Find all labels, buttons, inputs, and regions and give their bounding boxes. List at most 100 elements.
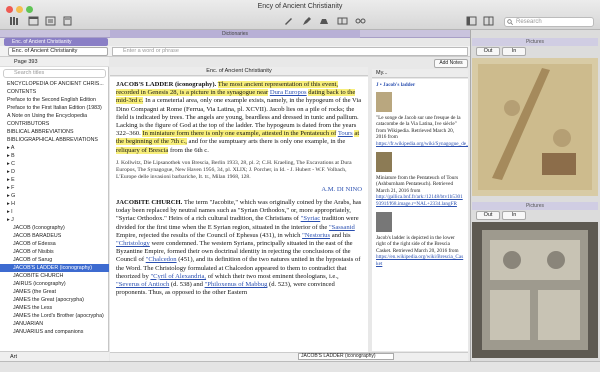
toc-list: ENCYCLOPEDIA OF ANCIENT CHRIS... CONTENTS… [0,80,109,336]
fresco-image[interactable] [472,58,598,196]
in-button-top[interactable]: In [502,47,526,56]
link-christology[interactable]: "Christology [116,240,150,247]
window-title: Ency of Ancient Christianity [257,3,343,10]
article-text: and for the sumptuary arts there is only… [188,138,346,146]
library-icon[interactable] [8,16,20,26]
toc-item[interactable]: JACOB (Iconography) [0,224,109,232]
highlighter-icon[interactable] [300,16,312,26]
library-tab[interactable]: Enc. of Ancient Christianity [4,38,108,46]
add-notes-button[interactable]: Add Notes [434,59,468,68]
toc-item[interactable]: ▸ G [0,192,109,200]
out-button-top[interactable]: Out [476,47,500,56]
highlight-3[interactable]: In miniature form there is only one exam… [142,130,337,138]
article-term: JACOBITE CHURCH. [116,199,183,207]
url-2[interactable]: http://gallica.bnf.fr/ark:/12148/btv1b53… [376,194,464,207]
casket-thumbnail[interactable] [376,211,392,232]
toc-item[interactable]: ▸ I [0,208,109,216]
search-icon [507,19,513,25]
caption-2: Miniature from the Pentateuch of Tours (… [376,174,459,194]
fresco-thumbnail[interactable] [376,91,392,112]
out-button-bottom[interactable]: Out [476,211,500,220]
book-select[interactable]: Enc. of Ancient Christianity [8,47,108,56]
toc-item[interactable]: ▸ J [0,216,109,224]
toc-footer: Art [0,351,109,361]
link-dura-europos[interactable]: Dura Europos [270,89,307,96]
link-cyril[interactable]: "Cyril of Alexandria, [150,273,206,280]
toc-item[interactable]: BIBLIOGRAPHICAL ABBREVIATIONS [0,136,109,144]
toc-item[interactable]: CONTRIBUTORS [0,120,109,128]
toc-item[interactable]: Preface to the Second English Edition [0,96,109,104]
toc-item[interactable]: JAMES (the Great [0,288,109,296]
toc-item[interactable]: JAIRUS (iconography) [0,280,109,288]
status-bar [0,361,600,372]
caption-1: "Le songe de Jacob sur une fresque de la… [376,114,461,141]
toc-item[interactable]: ▸ H [0,200,109,208]
reading-plan-icon[interactable] [44,16,56,26]
tab-dictionaries[interactable]: Dictionaries [110,30,360,38]
article-author[interactable]: A.M. DI NINO [116,186,362,194]
layout-icon[interactable] [336,16,348,26]
main-heading: Enc. of Ancient Christianity [110,67,368,76]
citation: J. Kollwitz, Die Lipsanothek von Brescia… [116,159,352,180]
link-nestorius[interactable]: "Nestorius [302,232,330,239]
casket-image[interactable] [472,222,598,358]
link-syriac[interactable]: "Syriac [301,215,321,222]
toc-filter-input[interactable]: Search titles [3,69,106,78]
in-button-bottom[interactable]: In [502,211,526,220]
article-text: (d. 538) and [170,281,203,289]
article-text: of which their two most eminent theologi… [207,272,339,280]
my-title: J • Jacob's ladder [376,82,416,88]
toc-item[interactable]: ▸ E [0,176,109,184]
word-input[interactable]: Enter a word or phrase [112,47,468,56]
article-body[interactable]: JACOB'S LADDER (iconography). The most a… [110,77,368,352]
my-panel-heading[interactable]: My... [372,69,468,78]
toc-item[interactable]: JACOB BARADEUS [0,232,109,240]
toc-item[interactable]: ▸ D [0,168,109,176]
toc-item[interactable]: JANUARIAN [0,320,109,328]
toc-item[interactable]: ▸ A [0,144,109,152]
miniature-thumbnail[interactable] [376,151,392,172]
sidebar-icon[interactable] [465,16,477,26]
toc-item[interactable]: ▸ B [0,152,109,160]
link-severus[interactable]: "Severus of Antioch [116,281,169,288]
article-text: Empire, rejected the results of the Coun… [116,231,301,239]
page-label: Page 393 [0,57,109,67]
main-footer [110,352,468,361]
notes-icon[interactable] [61,16,73,26]
toc-item[interactable]: JACOB of Nisibis [0,248,109,256]
link-chalcedon[interactable]: "Chalcedon [146,256,177,263]
toc-item[interactable]: JACOB'S LADDER (iconography) [0,264,109,272]
highlight-5[interactable]: reliquary of Brescia [116,146,169,154]
link-icon[interactable] [354,16,366,26]
toc-item[interactable]: Preface to the First Italian Edition (19… [0,104,109,112]
toc-item[interactable]: BIBLICAL ABBREVIATIONS [0,128,109,136]
eraser-icon[interactable] [318,16,330,26]
url-1[interactable]: https://fr.wikipedia.org/wiki/Synagogue_… [376,141,468,148]
toc-item[interactable]: CONTENTS [0,88,109,96]
footer-reference[interactable]: JACOB'S LADDER (iconography) [298,353,394,360]
toc-item[interactable]: JAMES the Less [0,304,109,312]
toc-item[interactable]: JAMES the Great (apocrypha) [0,296,109,304]
toc-item[interactable]: JACOB of Sarug [0,256,109,264]
link-sassanid[interactable]: "Sassanid [329,224,355,231]
my-panel: J • Jacob's ladder "Le songe de Jacob su… [372,79,468,351]
toc-item[interactable]: ▸ F [0,184,109,192]
pen-icon[interactable] [282,16,294,26]
toc-item[interactable]: JACOBITE CHURCH [0,272,109,280]
toc-item[interactable]: ▸ C [0,160,109,168]
toc-item[interactable]: ENCYCLOPEDIA OF ANCIENT CHRIS... [0,80,109,88]
url-3[interactable]: https://en.wikipedia.org/wiki/Brescia_Ca… [376,254,464,267]
caption-3: Jacob's ladder is depicted in the lower … [376,234,459,254]
link-tours[interactable]: Tours [338,130,353,137]
pictures-header-top: Pictures [472,38,598,46]
calendar-icon[interactable] [27,16,39,26]
toc-item[interactable]: JACOB of Edessa [0,240,109,248]
pictures-header-bottom: Pictures [472,202,598,210]
search-field[interactable]: Research [504,17,594,27]
toc-item[interactable]: JANUARIUS and companions [0,328,109,336]
toc-item[interactable]: A Note on Using the Encyclopedia [0,112,109,120]
toc-item[interactable]: JAMES the Lord's Brother (apocrypha) [0,312,109,320]
article-text: from the 6th c. [170,146,209,154]
link-philoxenus[interactable]: "Philoxenus of Mabbug [205,281,268,288]
panels-icon[interactable] [482,16,494,26]
